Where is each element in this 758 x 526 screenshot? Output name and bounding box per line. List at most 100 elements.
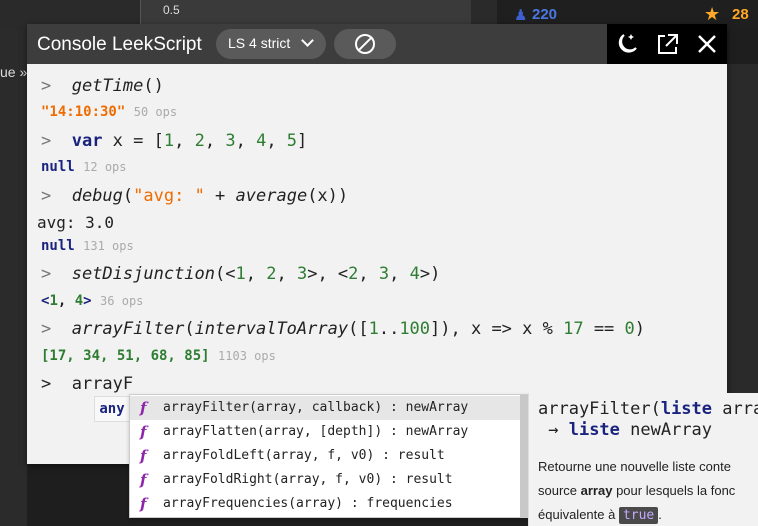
autocomplete-item[interactable]: f arrayFoldRight(array, f, v0) : result [130, 468, 520, 492]
input-text: arrayF [71, 374, 134, 394]
close-button[interactable] [687, 24, 727, 64]
chart-tick-label: 0.5 [163, 3, 180, 17]
num: 0 [624, 319, 635, 339]
doc-type: liste [568, 420, 620, 440]
command-debug: > debug("avg: " + average(x)) [41, 186, 349, 206]
background-left-panel [0, 30, 27, 526]
moon-star-icon [618, 34, 637, 53]
doc-return: newArray [619, 420, 713, 440]
theme-toggle-button[interactable] [607, 24, 647, 64]
code-text: x = [ [102, 131, 164, 151]
doc-text-part: . [658, 507, 662, 522]
version-select[interactable]: LS 4 strict [216, 29, 326, 59]
autocomplete-label: arrayFilter(array, callback) : newArray [163, 400, 469, 415]
num: 100 [399, 319, 431, 339]
doc-text-part: pour lesquels la fonc [612, 483, 736, 498]
code-text: (x)) [307, 186, 349, 206]
autocomplete-label: arrayFlatten(array, [depth]) : newArray [163, 424, 469, 439]
result-value: 4 [74, 293, 84, 309]
ops-count: 36 ops [100, 294, 144, 308]
arrow-icon: → [538, 420, 569, 440]
header-actions [607, 24, 727, 64]
ops-count: 12 ops [83, 160, 127, 174]
open-external-button[interactable] [647, 24, 687, 64]
autocomplete-label: arrayFoldLeft(array, f, v0) : result [163, 448, 445, 463]
chevron-down-icon [301, 34, 314, 47]
star-icon: ★ [704, 4, 721, 24]
ban-icon [355, 34, 375, 54]
open-external-icon [658, 34, 678, 54]
autocomplete-item[interactable]: f arrayFlatten(array, [depth]) : newArray [130, 420, 520, 444]
fn-name: getTime [71, 76, 144, 96]
ops-count: 1103 ops [218, 349, 276, 363]
console-input[interactable]: > arrayF [41, 374, 133, 394]
paren: () [143, 76, 164, 96]
fn-name: arrayFilter [71, 319, 185, 339]
prompt-chevron-icon: > [41, 76, 72, 96]
command-var: > var x = [1, 2, 3, 4, 5] [41, 131, 308, 151]
function-icon: f [140, 495, 147, 513]
num: 3 [378, 264, 390, 284]
background-right-panel [727, 64, 758, 394]
version-label: LS 4 strict [228, 35, 291, 51]
autocomplete-label: arrayFrequencies(array) : frequencies [163, 496, 453, 511]
function-icon: f [140, 399, 147, 417]
ops-count: 50 ops [133, 105, 178, 119]
num: 2 [194, 131, 205, 151]
leek-icon: ♟ [514, 7, 528, 24]
num: 2 [266, 264, 277, 284]
doc-signature: arrayFilter(liste arra → liste newArray [538, 399, 758, 441]
code-text: ] [297, 131, 308, 151]
doc-param: array [580, 483, 613, 498]
fn-name: average [235, 186, 308, 206]
doc-panel: arrayFilter(liste arra → liste newArray … [528, 393, 758, 526]
num: 4 [409, 264, 420, 284]
doc-description: Retourne une nouvelle liste conte source… [538, 455, 758, 526]
prompt-chevron-icon: > [41, 319, 72, 339]
string: "avg: " [133, 186, 205, 206]
doc-text-part: source [538, 483, 581, 498]
num: 2 [348, 264, 359, 284]
prompt-chevron-icon: > [41, 186, 72, 206]
doc-text-part: équivalente à [538, 507, 619, 522]
type-badge: any [94, 396, 130, 422]
set-bracket: > [83, 293, 92, 309]
doc-type: liste [660, 399, 713, 419]
autocomplete-scrollbar[interactable] [520, 395, 528, 517]
doc-arg: arra [722, 399, 758, 419]
prompt-chevron-icon: > [41, 264, 72, 284]
function-icon: f [140, 471, 147, 489]
code-text: ]), x => x % [430, 319, 564, 339]
function-icon: f [140, 447, 147, 465]
num: 3 [296, 264, 308, 284]
console-header: Console LeekScript LS 4 strict [27, 24, 727, 64]
keyword: var [71, 131, 103, 151]
result-value: null [41, 238, 75, 254]
fn-name: debug [71, 186, 123, 206]
fn-name: intervalToArray [194, 319, 349, 339]
code-text: + [204, 186, 236, 206]
command-setdisjunction: > setDisjunction(<1, 2, 3>, <2, 3, 4>) [41, 264, 441, 284]
result-value: 1 [49, 293, 58, 309]
console-title: Console LeekScript [37, 34, 202, 55]
result-value: [17, 34, 51, 68, 85] [41, 348, 210, 364]
autocomplete-label: arrayFoldRight(array, f, v0) : result [163, 472, 453, 487]
close-icon [698, 35, 716, 53]
code-text: == [583, 319, 625, 339]
star-count: 28 [732, 6, 749, 23]
doc-text: équivalente à true. [538, 503, 758, 526]
num: 1 [235, 264, 246, 284]
autocomplete-list: f arrayFilter(array, callback) : newArray… [129, 394, 529, 518]
num: 3 [225, 131, 236, 151]
autocomplete-item[interactable]: f arrayFrequencies(array) : frequencies [130, 492, 520, 516]
prompt-chevron-icon: > [41, 374, 72, 394]
num: 4 [256, 131, 267, 151]
result-gettime: "14:10:30" 50 ops [41, 104, 177, 120]
clear-console-button[interactable] [334, 29, 396, 59]
background-left-link[interactable]: ue » [0, 64, 27, 80]
autocomplete-item[interactable]: f arrayFilter(array, callback) : newArray [130, 396, 520, 420]
autocomplete-item[interactable]: f arrayFoldLeft(array, f, v0) : result [130, 444, 520, 468]
doc-text: Retourne une nouvelle liste conte [538, 459, 731, 474]
result-debug: null 131 ops [41, 238, 134, 254]
result-setdisjunction: <1, 4> 36 ops [41, 293, 144, 309]
